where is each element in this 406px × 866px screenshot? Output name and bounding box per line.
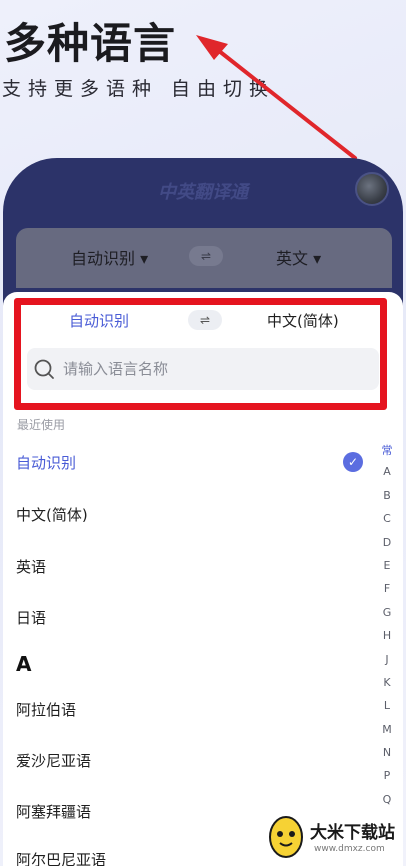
index-letter[interactable]: 常 — [377, 442, 397, 465]
list-item-english[interactable]: 英语 — [16, 556, 46, 577]
top-swap-icon[interactable]: ⇌ — [189, 246, 223, 266]
watermark-title: 大米下载站 — [310, 823, 395, 843]
list-item-arabic[interactable]: 阿拉伯语 — [16, 699, 76, 720]
section-header-a: A — [16, 652, 32, 676]
index-letter[interactable]: K — [377, 676, 397, 699]
list-item-albanian[interactable]: 阿尔巴尼亚语 — [16, 849, 106, 866]
translate-bar: 自动识别 ▾ ⇌ 英文 ▾ — [16, 228, 392, 288]
app-title: 中英翻译通 — [158, 182, 248, 203]
target-lang-tab[interactable]: 中文(简体) — [267, 310, 339, 331]
source-lang-tab[interactable]: 自动识别 — [69, 310, 129, 331]
top-source-lang[interactable]: 自动识别 ▾ — [71, 245, 148, 269]
index-letter[interactable]: B — [377, 489, 397, 512]
index-letter[interactable]: E — [377, 559, 397, 582]
language-picker-sheet: 自动识别 ⇌ 中文(简体) 最近使用 自动识别 ✓ 中文(简体) 英语 日语 A… — [3, 292, 403, 866]
subline: 支持更多语种 自由切换 — [2, 78, 276, 100]
top-target-lang[interactable]: 英文 ▾ — [276, 245, 321, 269]
index-letter[interactable]: F — [377, 582, 397, 605]
index-letter[interactable]: A — [377, 465, 397, 488]
watermark-url: www.dmxz.com — [314, 844, 385, 854]
index-letter[interactable]: N — [377, 746, 397, 769]
avatar[interactable] — [355, 172, 389, 206]
swap-languages-icon[interactable]: ⇌ — [188, 310, 222, 330]
headline: 多种语言 — [4, 19, 177, 68]
search-input[interactable] — [63, 348, 363, 390]
egg-logo-icon — [269, 816, 303, 858]
index-letter[interactable]: M — [377, 723, 397, 746]
search-box — [27, 348, 379, 390]
index-letter[interactable]: H — [377, 629, 397, 652]
list-item-azerbaijani[interactable]: 阿塞拜疆语 — [16, 801, 91, 822]
recent-section-label: 最近使用 — [17, 418, 66, 432]
index-letter[interactable]: C — [377, 512, 397, 535]
index-letter[interactable]: J — [377, 653, 397, 676]
search-icon — [34, 359, 54, 379]
alphabet-index: 常 A B C D E F G H J K L M N P Q — [377, 442, 397, 816]
list-item-japanese[interactable]: 日语 — [16, 607, 46, 628]
index-letter[interactable]: G — [377, 606, 397, 629]
check-icon: ✓ — [343, 452, 363, 472]
language-pair-row: 自动识别 ⇌ 中文(简体) — [3, 302, 403, 338]
index-letter[interactable]: P — [377, 769, 397, 792]
watermark: 大米下载站 www.dmxz.com — [266, 810, 406, 866]
index-letter[interactable]: L — [377, 699, 397, 722]
index-letter[interactable]: D — [377, 536, 397, 559]
list-item-chinese-simplified[interactable]: 中文(简体) — [16, 504, 88, 525]
list-item-auto-detect[interactable]: 自动识别 — [16, 452, 76, 473]
list-item-estonian[interactable]: 爱沙尼亚语 — [16, 750, 91, 771]
